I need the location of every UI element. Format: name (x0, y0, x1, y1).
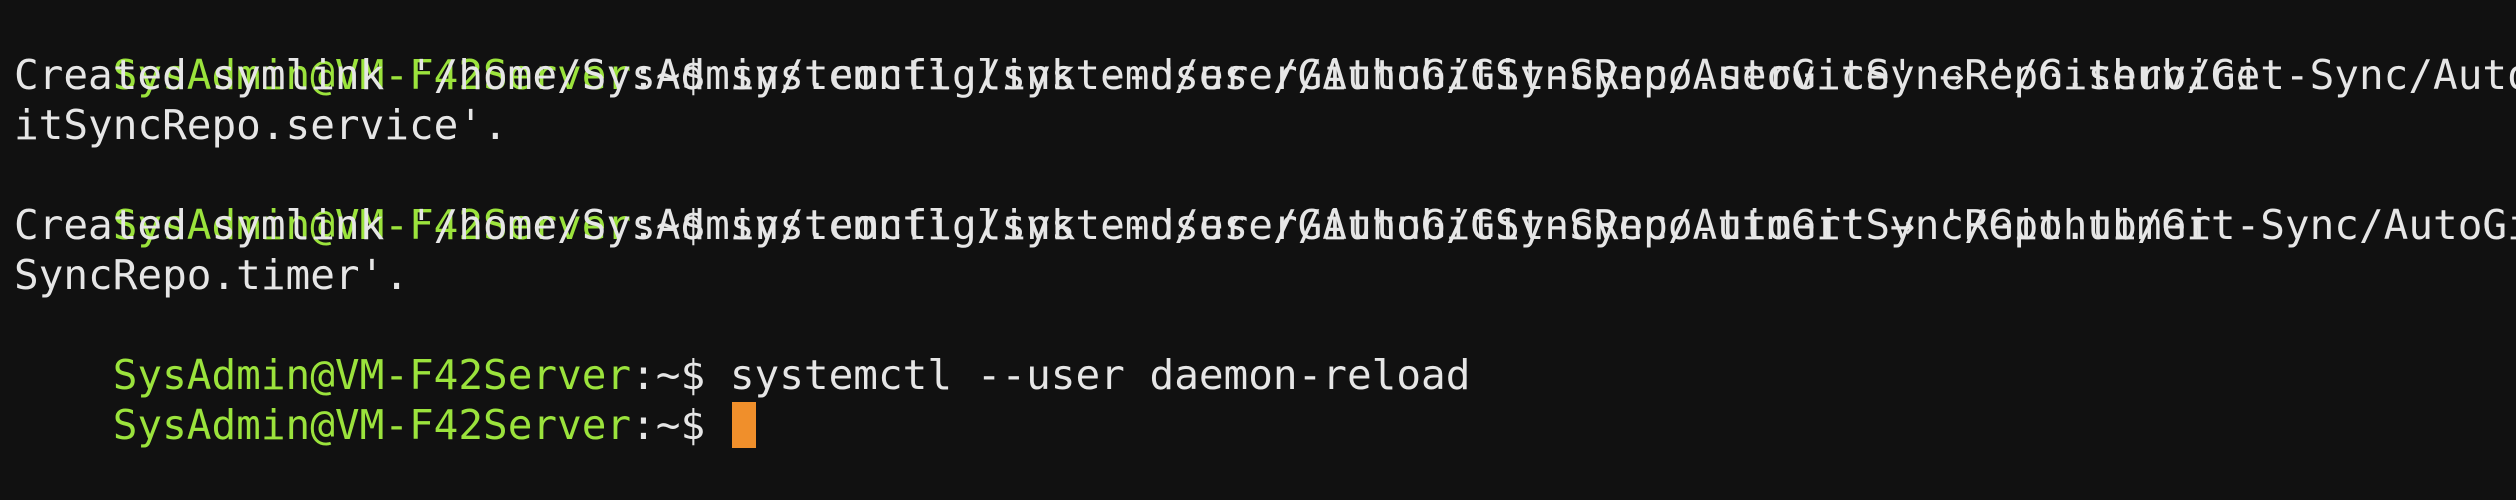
output-line: Created symlink '/home/SysAdmin/.config/… (14, 201, 2516, 249)
output-line: SyncRepo.timer'. (14, 251, 409, 299)
prompt-user-host: SysAdmin@VM-F42Server (112, 351, 632, 399)
cursor (731, 402, 756, 448)
terminal-window[interactable]: SysAdmin@VM-F42Server:~$ systemctl link … (0, 0, 2516, 449)
command-line: SysAdmin@VM-F42Server:~$ systemctl --use… (14, 300, 2502, 399)
output-line: itSyncRepo.service'. (14, 101, 508, 149)
command-text: systemctl --user daemon-reload (729, 351, 1471, 399)
output-line: Created symlink '/home/SysAdmin/.config/… (14, 51, 2516, 99)
command-line: SysAdmin@VM-F42Server:~$ systemctl link … (14, 0, 2502, 99)
command-line: SysAdmin@VM-F42Server:~$ systemctl link … (14, 150, 2502, 249)
prompt-path: :~$ (631, 351, 730, 399)
prompt-user-host: SysAdmin@VM-F42Server (112, 401, 632, 449)
prompt-path: :~$ (631, 401, 730, 449)
